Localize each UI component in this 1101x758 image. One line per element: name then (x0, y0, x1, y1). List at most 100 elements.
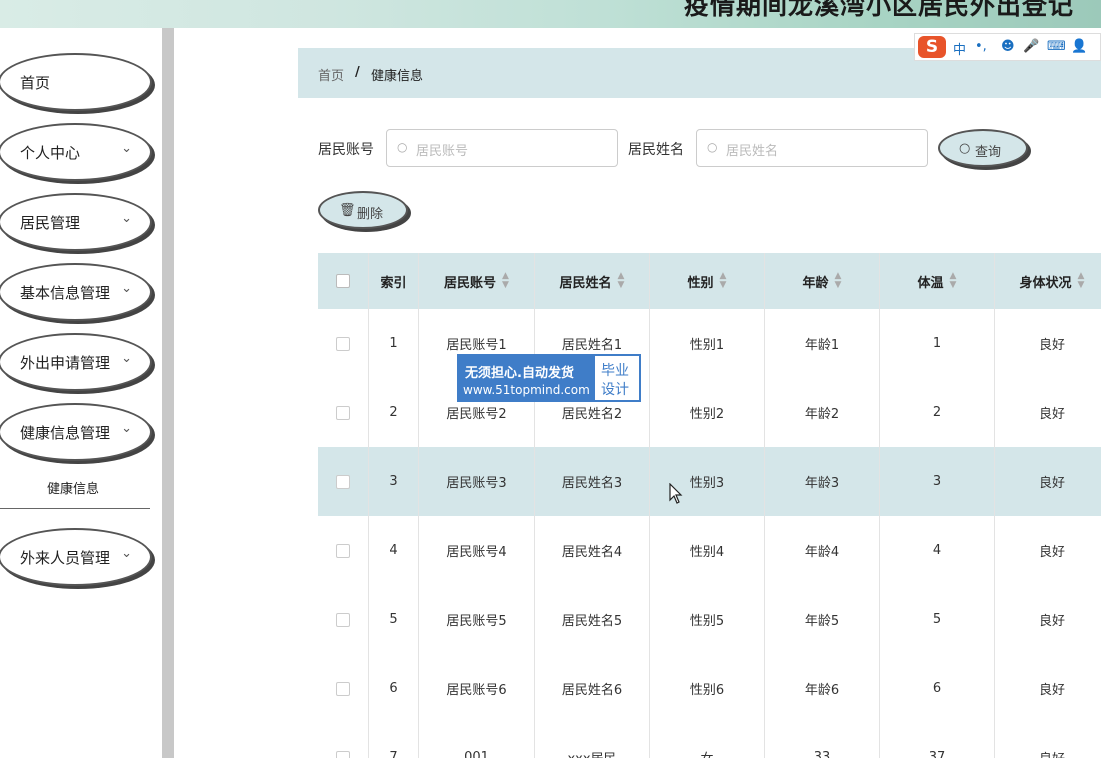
table-row[interactable]: 3 居民账号3 居民姓名3 性别3 年龄3 3 良好 (318, 447, 1101, 517)
table-row[interactable]: 5 居民账号5 居民姓名5 性别5 年龄5 5 良好 (318, 585, 1101, 655)
account-search-placeholder: 居民账号 (416, 144, 469, 159)
sort-icon[interactable]: ▲ ▼ (502, 272, 509, 290)
sort-icon[interactable]: ▲ ▼ (618, 272, 625, 290)
column-header-gender[interactable]: 性别 ▲ ▼ (649, 253, 764, 309)
sidebar-item-health-info-management[interactable]: 健康信息管理 ⌄ (0, 403, 152, 461)
sort-icon[interactable]: ▲ ▼ (720, 272, 727, 290)
table-row[interactable]: 4 居民账号4 居民姓名4 性别4 年龄4 4 良好 (318, 516, 1101, 586)
sidebar-item-home[interactable]: 首页 (0, 53, 152, 111)
cell-status: 良好 (994, 723, 1101, 758)
sidebar-scrollbar[interactable] (162, 28, 174, 758)
table-row[interactable]: 6 居民账号6 居民姓名6 性别6 年龄6 6 良好 (318, 654, 1101, 724)
row-checkbox[interactable] (336, 405, 350, 420)
breadcrumb-current: 健康信息 (371, 69, 424, 84)
sogou-logo-icon[interactable]: S (918, 36, 946, 58)
ime-keyboard-icon[interactable]: ⌨ (1047, 39, 1066, 54)
column-header-label: 性别 (687, 275, 714, 291)
cell-index: 1 (368, 309, 418, 378)
sidebar-item-outing-application-management[interactable]: 外出申请管理 ⌄ (0, 333, 152, 391)
cell-status: 良好 (994, 654, 1101, 723)
table-row[interactable]: 7 001 xxx居民 女 33 37 良好 (318, 723, 1101, 758)
column-header-label: 年龄 (802, 275, 829, 291)
row-select-cell (318, 585, 368, 654)
cell-gender: 性别5 (649, 585, 764, 654)
sidebar-item-personal-center[interactable]: 个人中心 ⌄ (0, 123, 152, 181)
cell-temperature: 1 (879, 309, 994, 378)
ime-toolbar[interactable]: S 中 •, ☻ 🎤 ⌨ 👤 (914, 33, 1101, 61)
watermark-right1: 毕业 (601, 363, 629, 379)
cell-name: 居民姓名3 (534, 447, 649, 516)
cell-index: 4 (368, 516, 418, 585)
column-header-label: 索引 (380, 275, 407, 291)
top-header: 疫情期间龙溪湾小区居民外出登记 (0, 0, 1101, 28)
column-header-label: 居民姓名 (559, 275, 612, 291)
cell-status: 良好 (994, 309, 1101, 378)
breadcrumb-home[interactable]: 首页 (318, 65, 344, 84)
sidebar-item-label: 居民管理 (20, 214, 81, 232)
ime-chinese-mode[interactable]: 中 (953, 39, 966, 58)
row-checkbox[interactable] (336, 681, 350, 696)
sidebar-item-basic-info-management[interactable]: 基本信息管理 ⌄ (0, 263, 152, 321)
table-row[interactable]: 1 居民账号1 居民姓名1 性别1 年龄1 1 良好 (318, 309, 1101, 379)
cell-temperature: 5 (879, 585, 994, 654)
trash-icon: 🗑 (339, 203, 356, 218)
row-checkbox[interactable] (336, 543, 350, 558)
row-select-cell (318, 654, 368, 723)
mouse-cursor-icon (669, 483, 683, 504)
cell-temperature: 6 (879, 654, 994, 723)
sidebar-subitem-label: 健康信息 (47, 482, 100, 497)
health-info-table: 索引 居民账号 ▲ ▼ 居民姓名 ▲ ▼ 性别 ▲ ▼ 年龄 ▲ ▼ 体温 ▲ ▼ 身体状况 ▲ ▼ 1… (318, 253, 1101, 758)
account-search-input[interactable]: ○ 居民账号 (386, 129, 618, 167)
delete-button-label: 删除 (357, 207, 384, 222)
ime-voice-icon[interactable]: 🎤 (1023, 39, 1039, 54)
search-icon: ○ (397, 140, 408, 154)
cell-age: 年龄1 (764, 309, 879, 378)
cell-name: xxx居民 (534, 723, 649, 758)
cell-age: 年龄2 (764, 378, 879, 447)
account-search-label: 居民账号 (318, 142, 374, 158)
ime-user-icon[interactable]: 👤 (1071, 39, 1087, 54)
sidebar-item-visitor-management[interactable]: 外来人员管理 ⌄ (0, 528, 152, 586)
query-button[interactable]: ○ 查询 (938, 129, 1028, 167)
app-title: 疫情期间龙溪湾小区居民外出登记 (684, 0, 1075, 20)
column-header-name[interactable]: 居民姓名 ▲ ▼ (534, 253, 649, 309)
sidebar-item-resident-management[interactable]: 居民管理 ⌄ (0, 193, 152, 251)
chevron-up-icon: ⌄ (121, 421, 132, 436)
query-button-label: 查询 (975, 145, 1002, 160)
name-search-label: 居民姓名 (628, 142, 684, 158)
cell-status: 良好 (994, 516, 1101, 585)
row-select-cell (318, 378, 368, 447)
sidebar-subitem-health-info[interactable]: 健康信息 (0, 464, 150, 509)
row-checkbox[interactable] (336, 336, 350, 351)
select-all-checkbox[interactable] (336, 274, 350, 288)
cell-index: 5 (368, 585, 418, 654)
table-row[interactable]: 2 居民账号2 居民姓名2 性别2 年龄2 2 良好 (318, 378, 1101, 448)
row-checkbox[interactable] (336, 474, 350, 489)
column-header-label: 居民账号 (444, 275, 497, 291)
cell-temperature: 4 (879, 516, 994, 585)
cell-temperature: 3 (879, 447, 994, 516)
cell-account: 居民账号6 (418, 654, 534, 723)
cell-index: 3 (368, 447, 418, 516)
cell-age: 年龄3 (764, 447, 879, 516)
row-select-cell (318, 723, 368, 758)
cell-gender: 性别4 (649, 516, 764, 585)
column-header-index: 索引 (368, 253, 418, 309)
sort-icon[interactable]: ▲ ▼ (950, 272, 957, 290)
column-header-label: 身体状况 (1019, 275, 1072, 291)
row-checkbox[interactable] (336, 750, 350, 758)
column-header-account[interactable]: 居民账号 ▲ ▼ (418, 253, 534, 309)
sort-icon[interactable]: ▲ ▼ (835, 272, 842, 290)
column-header-age[interactable]: 年龄 ▲ ▼ (764, 253, 879, 309)
column-header-temperature[interactable]: 体温 ▲ ▼ (879, 253, 994, 309)
cell-name: 居民姓名4 (534, 516, 649, 585)
ime-punctuation-icon[interactable]: •, (975, 39, 987, 54)
row-checkbox[interactable] (336, 612, 350, 627)
sort-icon[interactable]: ▲ ▼ (1078, 272, 1085, 290)
cell-name: 居民姓名5 (534, 585, 649, 654)
cell-index: 2 (368, 378, 418, 447)
ime-emoji-icon[interactable]: ☻ (1001, 39, 1015, 54)
name-search-input[interactable]: ○ 居民姓名 (696, 129, 928, 167)
column-header-status[interactable]: 身体状况 ▲ ▼ (994, 253, 1101, 309)
delete-button[interactable]: 🗑 删除 (318, 191, 408, 229)
